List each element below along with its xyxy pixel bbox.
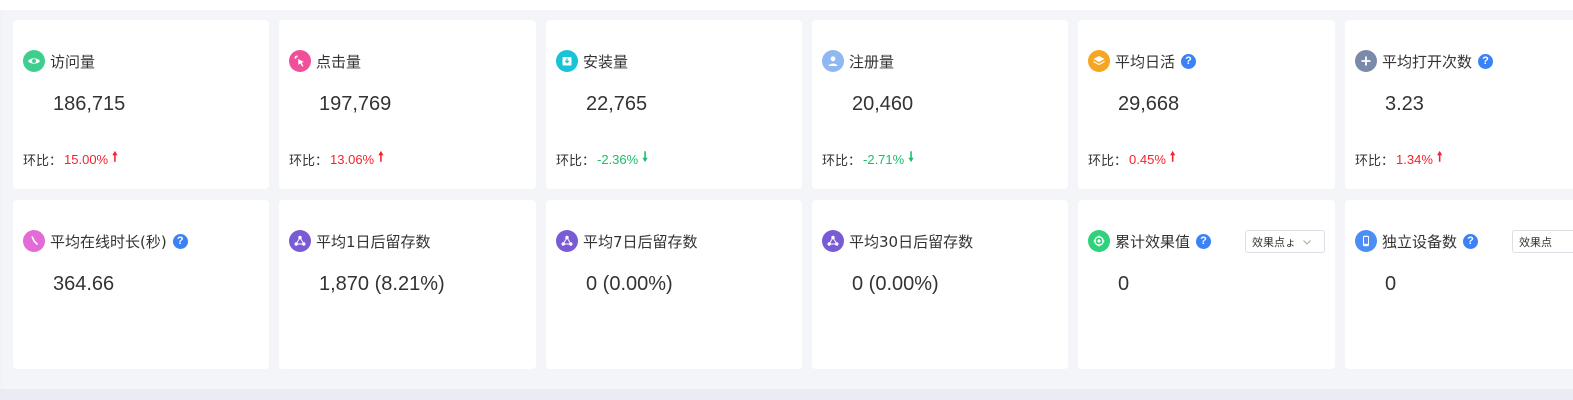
- card-title: 平均7日后留存数: [583, 232, 698, 251]
- metric-value: 1,870 (8.21%): [319, 273, 445, 295]
- select-value: 效果点: [1519, 235, 1552, 249]
- arrow-up-icon: 🠕: [1169, 150, 1176, 165]
- arrow-up-icon: 🠕: [112, 150, 118, 165]
- metric-value: 22,765: [586, 93, 648, 115]
- compare-label: 环比：: [822, 153, 862, 169]
- compare-row: 环比： 15.00% 🠕: [23, 148, 118, 170]
- metrics-panel: 访问量 186,715 环比： 15.00% 🠕 点击量 197,769 环比：…: [3, 10, 1573, 389]
- card-title: 平均打开次数: [1382, 52, 1473, 71]
- arrow-up-icon: 🠕: [1436, 150, 1443, 165]
- metric-value: 364.66: [53, 273, 115, 295]
- metric-card-day7-retention: 平均7日后留存数 0 (0.00%): [546, 200, 802, 369]
- card-header: 平均30日后留存数: [822, 230, 973, 252]
- arrow-up-icon: 🠕: [378, 150, 384, 165]
- compare-row: 环比： 0.45% 🠕: [1088, 148, 1175, 170]
- card-title: 点击量: [316, 52, 362, 71]
- compare-row: 环比： 1.34% 🠕: [1355, 148, 1442, 170]
- metric-card-installs: 安装量 22,765 环比： -2.36% 🠗: [546, 20, 802, 189]
- metric-card-cumulative-effect: 累计效果值 ? 效果点ょ 0: [1078, 200, 1335, 369]
- metric-card-daily-active: 平均日活 ? 29,668 环比： 0.45% 🠕: [1078, 20, 1335, 189]
- select-value: 效果点ょ: [1252, 235, 1296, 249]
- clock-icon: [23, 230, 45, 252]
- card-title: 平均30日后留存数: [849, 232, 974, 251]
- eye-icon: [23, 50, 45, 72]
- metric-card-registrations: 注册量 20,460 环比： -2.71% 🠗: [812, 20, 1068, 189]
- metric-card-day30-retention: 平均30日后留存数 0 (0.00%): [812, 200, 1068, 369]
- card-header: 平均日活 ?: [1088, 50, 1197, 72]
- compare-percent: 0.45%: [1129, 151, 1166, 167]
- card-header: 平均1日后留存数: [289, 230, 431, 252]
- metric-value: 197,769: [319, 93, 392, 115]
- effect-type-select[interactable]: 效果点: [1512, 230, 1573, 253]
- compare-row: 环比： -2.71% 🠗: [822, 148, 914, 170]
- card-title: 平均日活: [1115, 52, 1176, 71]
- metric-value: 0: [1118, 273, 1130, 295]
- card-header: 独立设备数 ?: [1355, 230, 1479, 252]
- compare-label: 环比：: [289, 153, 329, 169]
- chevron-down-icon: [1303, 239, 1311, 245]
- card-title: 访问量: [50, 52, 96, 71]
- metric-card-avg-opens: 平均打开次数 ? 3.23 环比： 1.34% 🠕: [1345, 20, 1573, 189]
- help-icon[interactable]: ?: [172, 233, 188, 249]
- help-icon[interactable]: ?: [1181, 53, 1197, 69]
- metric-value: 29,668: [1118, 93, 1180, 115]
- metric-value: 186,715: [53, 93, 126, 115]
- card-header: 访问量: [23, 50, 95, 72]
- metric-value: 0: [1385, 273, 1397, 295]
- card-title: 独立设备数: [1382, 232, 1458, 251]
- bottom-strip: [0, 389, 1573, 400]
- card-title: 安装量: [583, 52, 629, 71]
- top-strip: [0, 0, 1573, 10]
- compare-percent: 1.34%: [1396, 151, 1433, 167]
- metric-card-avg-online-time: 平均在线时长(秒) ? 364.66: [13, 200, 269, 369]
- network-icon: [289, 230, 311, 252]
- card-header: 累计效果值 ?: [1088, 230, 1212, 252]
- target-icon: [1088, 230, 1110, 252]
- plus-icon: [1355, 50, 1377, 72]
- metric-value: 3.23: [1385, 93, 1424, 115]
- card-title: 累计效果值: [1115, 232, 1191, 251]
- card-title: 平均在线时长(秒): [50, 232, 167, 251]
- install-icon: [556, 50, 578, 72]
- click-icon: [289, 50, 311, 72]
- metric-card-visits: 访问量 186,715 环比： 15.00% 🠕: [13, 20, 269, 189]
- card-title: 平均1日后留存数: [316, 232, 431, 251]
- compare-percent: -2.36%: [597, 151, 639, 167]
- card-header: 注册量: [822, 50, 894, 72]
- network-icon: [822, 230, 844, 252]
- compare-label: 环比：: [1355, 153, 1395, 169]
- metric-card-clicks: 点击量 197,769 环比： 13.06% 🠕: [279, 20, 536, 189]
- layers-icon: [1088, 50, 1110, 72]
- metric-value: 20,460: [852, 93, 914, 115]
- metric-value: 0 (0.00%): [586, 273, 673, 295]
- compare-label: 环比：: [23, 153, 63, 169]
- card-header: 安装量: [556, 50, 628, 72]
- compare-label: 环比：: [556, 153, 596, 169]
- card-header: 平均在线时长(秒) ?: [23, 230, 188, 252]
- help-icon[interactable]: ?: [1463, 233, 1479, 249]
- help-icon[interactable]: ?: [1196, 233, 1212, 249]
- card-header: 平均7日后留存数: [556, 230, 698, 252]
- metric-value: 0 (0.00%): [852, 273, 939, 295]
- arrow-down-icon: 🠗: [642, 150, 648, 165]
- card-title: 注册量: [849, 52, 895, 71]
- help-icon[interactable]: ?: [1478, 53, 1494, 69]
- compare-row: 环比： -2.36% 🠗: [556, 148, 648, 170]
- metric-card-unique-devices: 独立设备数 ? 效果点 0: [1345, 200, 1573, 369]
- card-header: 点击量: [289, 50, 361, 72]
- effect-type-select[interactable]: 效果点ょ: [1245, 230, 1325, 253]
- compare-percent: -2.71%: [863, 151, 905, 167]
- compare-percent: 15.00%: [64, 151, 109, 167]
- network-icon: [556, 230, 578, 252]
- metric-card-day1-retention: 平均1日后留存数 1,870 (8.21%): [279, 200, 536, 369]
- user-icon: [822, 50, 844, 72]
- compare-label: 环比：: [1088, 153, 1128, 169]
- card-header: 平均打开次数 ?: [1355, 50, 1494, 72]
- compare-percent: 13.06%: [330, 151, 375, 167]
- compare-row: 环比： 13.06% 🠕: [289, 148, 384, 170]
- device-icon: [1355, 230, 1377, 252]
- arrow-down-icon: 🠗: [908, 150, 914, 165]
